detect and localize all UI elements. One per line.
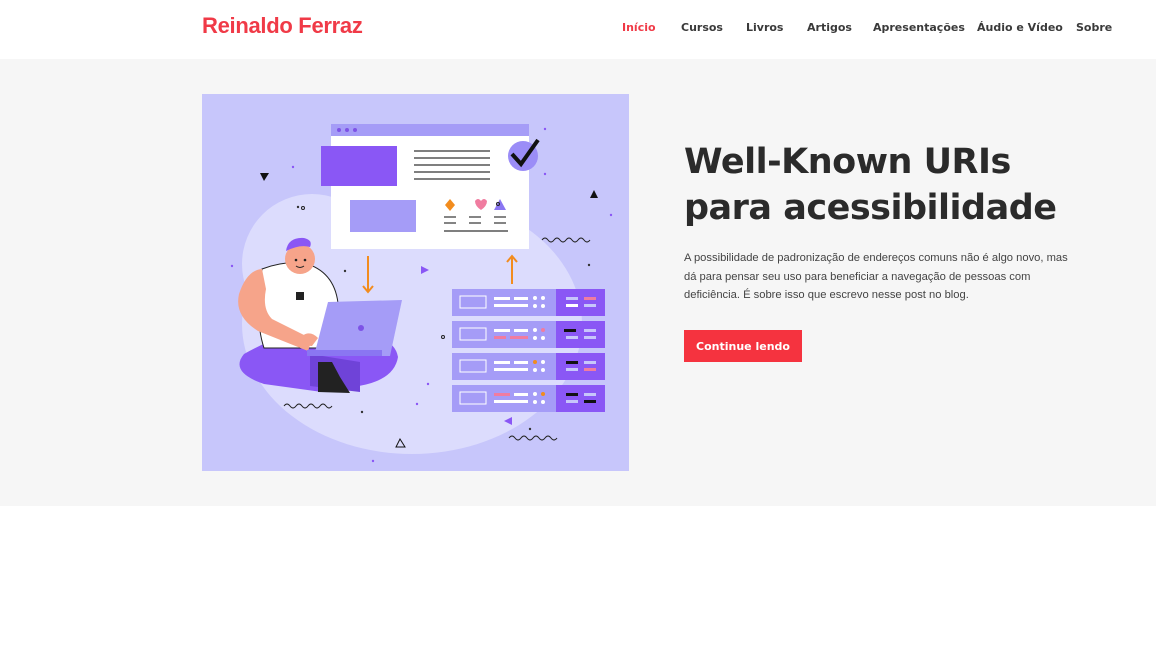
nav-item-cursos[interactable]: Cursos <box>681 21 723 34</box>
featured-post: Well-Known URIs para acessibilidade A po… <box>0 59 1156 506</box>
post-excerpt: A possibilidade de padronização de ender… <box>684 252 1068 301</box>
continue-reading-button[interactable]: Continue lendo <box>684 330 802 362</box>
developer-laptop-servers-illustration-icon <box>202 94 629 471</box>
post-title[interactable]: Well-Known URIs para acessibilidade <box>684 139 1104 231</box>
post-illustration[interactable] <box>202 94 629 471</box>
nav-item-artigos[interactable]: Artigos <box>807 21 852 34</box>
main-nav: Início Cursos Livros Artigos Apresentaçõ… <box>0 21 1156 37</box>
nav-item-inicio[interactable]: Início <box>622 21 656 34</box>
site-header: Reinaldo Ferraz Início Cursos Livros Art… <box>0 0 1156 59</box>
nav-item-audio-video[interactable]: Áudio e Vídeo <box>977 21 1063 34</box>
nav-item-sobre[interactable]: Sobre <box>1076 21 1112 34</box>
nav-item-livros[interactable]: Livros <box>746 21 783 34</box>
nav-item-apresentacoes[interactable]: Apresentações <box>873 21 965 34</box>
